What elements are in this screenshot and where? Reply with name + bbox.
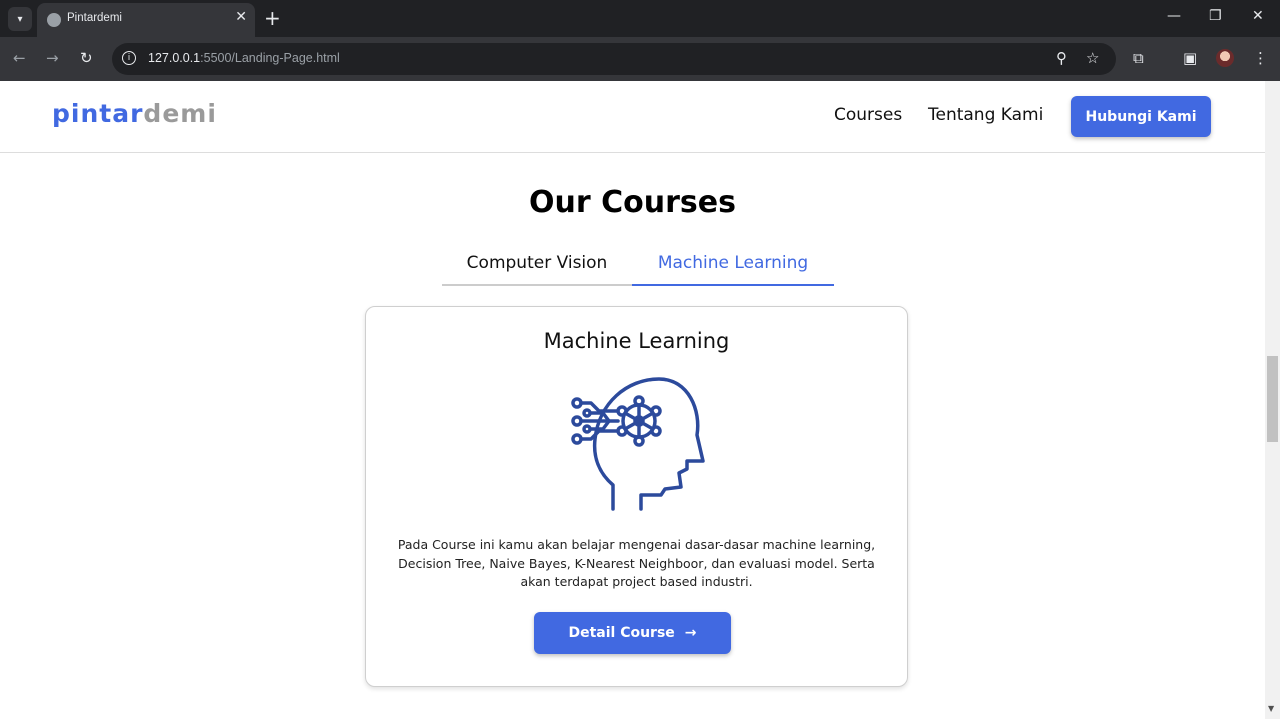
site-logo[interactable]: pintardemi xyxy=(52,99,217,128)
ai-head-icon xyxy=(571,377,705,511)
bookmark-star-icon[interactable]: ☆ xyxy=(1086,49,1099,67)
close-tab-icon[interactable]: ✕ xyxy=(235,9,247,25)
logo-part-1: pintar xyxy=(52,99,144,128)
browser-tab-bar: ▾ Pintardemi ✕ + — ❐ ✕ xyxy=(0,0,1280,37)
zoom-icon[interactable]: ⚲ xyxy=(1056,49,1067,67)
detail-course-button[interactable]: Detail Course → xyxy=(534,612,731,654)
side-panel-icon[interactable]: ▣ xyxy=(1183,49,1197,67)
detail-course-label: Detail Course xyxy=(568,625,675,641)
extensions-icon[interactable]: ⧉ xyxy=(1133,49,1144,67)
tab-search-icon[interactable]: ▾ xyxy=(8,7,32,31)
site-info-icon[interactable]: i xyxy=(122,51,136,65)
menu-icon[interactable]: ⋮ xyxy=(1253,49,1268,67)
browser-toolbar: ← → ↻ i 127.0.0.1:5500/Landing-Page.html… xyxy=(0,37,1280,81)
arrow-right-icon: → xyxy=(684,625,697,641)
minimize-icon[interactable]: — xyxy=(1167,8,1181,24)
course-card: Machine Learning Pada Course ini kamu ak… xyxy=(365,306,908,687)
nav-courses[interactable]: Courses xyxy=(834,105,902,125)
scroll-down-arrow-icon[interactable]: ▼ xyxy=(1268,704,1274,713)
address-bar[interactable]: i 127.0.0.1:5500/Landing-Page.html ⚲ ☆ xyxy=(112,43,1116,75)
profile-avatar[interactable] xyxy=(1216,49,1234,67)
close-window-icon[interactable]: ✕ xyxy=(1252,8,1264,24)
url-host: 127.0.0.1 xyxy=(148,51,201,65)
contact-button[interactable]: Hubungi Kami xyxy=(1071,96,1211,137)
reload-icon[interactable]: ↻ xyxy=(80,49,93,67)
course-tabs: Computer Vision Machine Learning xyxy=(442,241,834,286)
tab-computer-vision[interactable]: Computer Vision xyxy=(442,241,632,286)
restore-icon[interactable]: ❐ xyxy=(1209,8,1222,24)
globe-icon xyxy=(47,13,61,27)
section-title: Our Courses xyxy=(529,185,736,220)
tab-title: Pintardemi xyxy=(67,12,122,24)
url-path: :5500/Landing-Page.html xyxy=(200,51,340,65)
back-icon[interactable]: ← xyxy=(13,49,26,67)
site-header: pintardemi Courses Tentang Kami Hubungi … xyxy=(0,81,1265,153)
page-viewport: pintardemi Courses Tentang Kami Hubungi … xyxy=(0,81,1265,719)
tab-machine-learning[interactable]: Machine Learning xyxy=(632,241,834,286)
nav-tentang-kami[interactable]: Tentang Kami xyxy=(928,105,1043,125)
card-title: Machine Learning xyxy=(543,329,730,353)
logo-part-2: demi xyxy=(143,99,217,128)
new-tab-icon[interactable]: + xyxy=(264,6,281,30)
forward-icon[interactable]: → xyxy=(46,49,59,67)
browser-tab[interactable]: Pintardemi ✕ xyxy=(37,3,255,37)
card-description: Pada Course ini kamu akan belajar mengen… xyxy=(397,537,876,589)
scrollbar-thumb[interactable] xyxy=(1267,356,1278,442)
url-text[interactable]: 127.0.0.1:5500/Landing-Page.html xyxy=(148,51,340,65)
